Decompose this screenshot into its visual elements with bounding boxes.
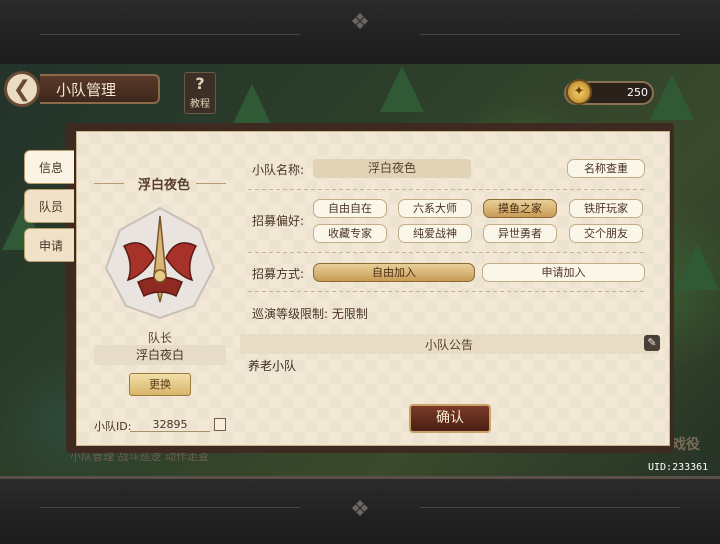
level-limit-text: 巡演等级限制: 无限制	[252, 307, 368, 321]
ornament-icon: ❖	[350, 497, 370, 522]
team-id-label: 小队ID:	[94, 420, 132, 433]
preference-option-8[interactable]: 交个朋友	[569, 224, 643, 243]
tutorial-label: 教程	[190, 99, 210, 110]
ornament-icon: ❖	[350, 10, 370, 35]
page-title: 小队管理	[40, 74, 160, 104]
preference-option-6[interactable]: 纯爱战神	[398, 224, 472, 243]
tree-icon	[675, 244, 719, 290]
background-caption-right: 戏役	[672, 437, 700, 453]
preference-option-2[interactable]: 六系大师	[398, 199, 472, 218]
tab-info[interactable]: 信息	[24, 150, 74, 184]
recruit-method-label: 招募方式:	[252, 267, 305, 281]
team-name-heading: 浮白夜色	[137, 178, 190, 193]
team-emblem	[104, 206, 216, 320]
team-name-label: 小队名称:	[252, 163, 305, 177]
team-name-field[interactable]: 浮白夜色	[313, 159, 471, 178]
method-free-join[interactable]: 自由加入	[313, 263, 475, 282]
preference-option-4[interactable]: 铁肝玩家	[569, 199, 643, 218]
preference-option-3[interactable]: 摸鱼之家	[483, 199, 557, 218]
ornament-line	[420, 507, 680, 508]
tab-members[interactable]: 队员	[24, 189, 74, 223]
method-apply-join[interactable]: 申请加入	[482, 263, 645, 282]
notice-content[interactable]: 养老小队	[248, 357, 296, 374]
divider	[248, 291, 646, 292]
preference-option-5[interactable]: 收藏专家	[313, 224, 387, 243]
back-arrow-icon: ❮	[12, 76, 32, 102]
tab-applications[interactable]: 申请	[24, 228, 74, 262]
ornament-line	[420, 34, 680, 35]
recruit-preference-label: 招募偏好:	[252, 214, 305, 228]
leader-name: 浮白夜白	[94, 345, 226, 365]
help-icon: ?	[195, 74, 205, 93]
coin-icon: ✦	[566, 79, 592, 105]
edit-icon[interactable]: ✎	[644, 335, 660, 351]
leader-label: 队长	[147, 331, 172, 345]
notice-title: 小队公告	[424, 338, 473, 352]
ornament-line	[40, 507, 300, 508]
preference-option-1[interactable]: 自由自在	[313, 199, 387, 218]
tree-icon	[380, 66, 424, 112]
ornament-line	[40, 34, 300, 35]
team-id-value: 32895	[130, 418, 210, 432]
tutorial-button[interactable]: ? 教程	[184, 72, 216, 114]
tree-icon	[650, 74, 694, 120]
back-button[interactable]: ❮	[4, 71, 40, 107]
currency-value: 250	[627, 86, 648, 99]
player-uid: UID:233361	[648, 462, 709, 473]
top-ornament-bar: ❖	[0, 0, 720, 67]
confirm-button[interactable]: 确认	[409, 404, 491, 433]
copy-icon[interactable]	[214, 418, 226, 431]
bottom-ornament-bar: ❖	[0, 476, 720, 544]
divider	[248, 189, 646, 190]
preference-option-7[interactable]: 异世勇者	[483, 224, 557, 243]
replace-leader-button[interactable]: 更换	[129, 373, 191, 396]
divider	[248, 252, 646, 253]
name-check-button[interactable]: 名称查重	[567, 159, 645, 178]
